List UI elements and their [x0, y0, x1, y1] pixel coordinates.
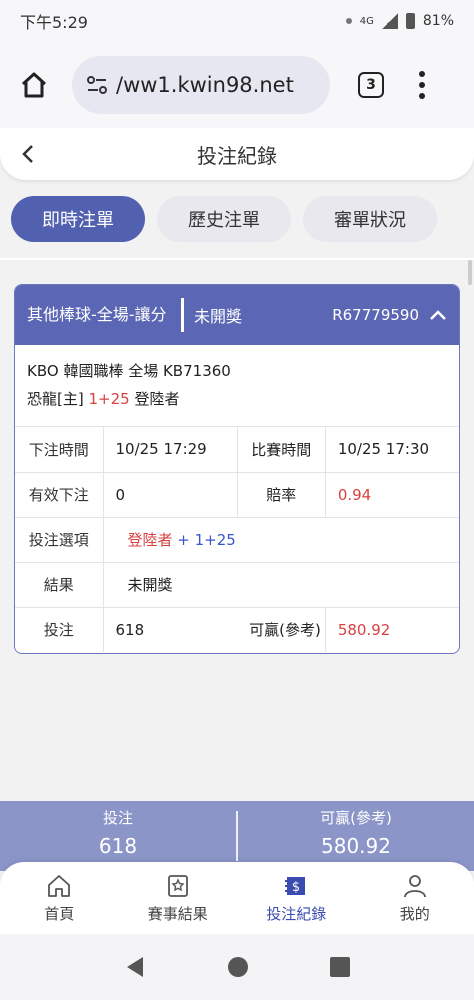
- tab-history-bets[interactable]: 歷史注單: [157, 196, 291, 242]
- table-row: 有效下注 0 賠率 0.94: [15, 472, 459, 518]
- signal-icon: [381, 13, 398, 29]
- nav-bet-records[interactable]: $ 投注紀錄: [237, 862, 356, 934]
- bet-time-label: 下注時間: [15, 427, 104, 473]
- nav-home-label: 首頁: [44, 904, 75, 923]
- bet-details-table: 下注時間 10/25 17:29 比賽時間 10/25 17:30 有效下注 0…: [15, 427, 459, 652]
- summary-win-value: 580.92: [321, 834, 391, 858]
- match-time-label: 比賽時間: [236, 427, 326, 473]
- result-value: 未開獎: [103, 562, 459, 608]
- browser-toolbar: /ww1.kwin98.net 3: [0, 42, 474, 128]
- browser-menu-button[interactable]: [418, 71, 426, 99]
- status-time: 下午5:29: [20, 13, 88, 32]
- tab-live-bets[interactable]: 即時注單: [11, 196, 145, 242]
- battery-icon: [405, 13, 415, 29]
- home-circle-icon[interactable]: [227, 956, 249, 978]
- bet-card-header[interactable]: 其他棒球-全場-讓分 未開獎 R67779590: [15, 285, 459, 345]
- tab-review-status[interactable]: 審單狀況: [303, 196, 437, 242]
- summary-stake-value: 618: [98, 834, 138, 858]
- site-settings-icon[interactable]: [84, 72, 110, 98]
- menu-dot-icon: [419, 71, 425, 77]
- order-number: R67779590: [332, 306, 419, 324]
- bottom-navigation: 首頁 賽事結果 $ 投注紀錄 我的: [0, 862, 474, 934]
- notification-dot-icon: [345, 18, 352, 24]
- nav-bet-records-label: 投注紀錄: [266, 904, 327, 923]
- selection-label: 投注選項: [15, 517, 104, 563]
- recents-square-icon[interactable]: [329, 956, 351, 978]
- home-team: 恐龍[主]: [27, 390, 84, 408]
- nav-profile[interactable]: 我的: [356, 862, 474, 934]
- bet-league: 其他棒球-全場-讓分: [27, 305, 167, 324]
- status-bar: 下午5:29 4G 81%: [0, 0, 474, 42]
- match-time-value: 10/25 17:30: [325, 427, 459, 473]
- page-header: 投注紀錄: [0, 128, 474, 180]
- summary-stake: 投注 618: [0, 801, 236, 871]
- selection-team: 登陸者: [127, 531, 173, 549]
- menu-dot-icon: [419, 82, 425, 88]
- handicap-value: 1+25: [88, 390, 130, 408]
- scrollbar[interactable]: [468, 260, 472, 285]
- browser-home-button[interactable]: [14, 65, 54, 105]
- svg-text:$: $: [292, 880, 300, 895]
- back-triangle-icon[interactable]: [123, 955, 147, 979]
- bet-status: 未開獎: [194, 307, 243, 326]
- battery-level: 81%: [422, 13, 454, 29]
- home-icon: [21, 72, 47, 98]
- table-row: 投注 618 可贏(參考) 580.92: [15, 607, 459, 652]
- nav-profile-label: 我的: [399, 904, 430, 923]
- home-icon: [48, 874, 71, 897]
- bet-type-tabs: 即時注單 歷史注單 審單狀況: [0, 196, 474, 252]
- profile-icon: [403, 874, 426, 897]
- table-row: 結果 未開獎: [15, 562, 459, 608]
- header-divider: [181, 298, 184, 332]
- match-title: KBO 韓國職棒 全場 KB71360: [27, 362, 231, 380]
- bet-summary-bar: 投注 618 可贏(參考) 580.92: [0, 801, 474, 871]
- bet-list[interactable]: 其他棒球-全場-讓分 未開獎 R67779590 KBO 韓國職棒 全場 KB7…: [0, 258, 474, 803]
- bet-card: 其他棒球-全場-讓分 未開獎 R67779590 KBO 韓國職棒 全場 KB7…: [14, 284, 460, 654]
- match-info: KBO 韓國職棒 全場 KB71360 恐龍[主] 1+25 登陸者: [15, 345, 459, 427]
- back-arrow-icon[interactable]: [18, 140, 38, 168]
- network-label: 4G: [359, 15, 374, 27]
- table-row: 投注選項 登陸者 + 1+25: [15, 517, 459, 563]
- bet-time-value: 10/25 17:29: [103, 427, 238, 473]
- selection-handicap: + 1+25: [177, 531, 236, 549]
- tab-switcher-button[interactable]: 3: [358, 72, 384, 98]
- summary-win-label: 可贏(參考): [320, 809, 392, 827]
- win-label: 可贏(參考): [237, 607, 326, 652]
- valid-bet-value: 0: [103, 472, 238, 518]
- status-icons: 4G 81%: [345, 13, 454, 29]
- summary-stake-label: 投注: [102, 809, 133, 827]
- odds-value: 0.94: [325, 472, 459, 518]
- selection-value: 登陸者 + 1+25: [103, 517, 459, 563]
- match-teams: 恐龍[主] 1+25 登陸者: [27, 385, 447, 413]
- address-bar[interactable]: /ww1.kwin98.net: [72, 56, 330, 114]
- nav-results[interactable]: 賽事結果: [119, 862, 238, 934]
- result-label: 結果: [15, 562, 104, 608]
- bet-record-icon: $: [285, 876, 306, 895]
- away-team: 登陸者: [134, 390, 180, 408]
- stake-label: 投注: [15, 607, 104, 652]
- stake-value: 618: [115, 620, 145, 639]
- odds-label: 賠率: [236, 472, 326, 518]
- win-value: 580.92: [337, 620, 391, 639]
- chevron-up-icon[interactable]: [429, 309, 447, 321]
- menu-dot-icon: [419, 93, 425, 99]
- android-nav-bar: [0, 934, 474, 1000]
- page-title: 投注紀錄: [197, 143, 277, 168]
- summary-win: 可贏(參考) 580.92: [238, 801, 474, 871]
- table-row: 下注時間 10/25 17:29 比賽時間 10/25 17:30: [15, 427, 459, 473]
- results-icon: [167, 874, 188, 897]
- valid-bet-label: 有效下注: [15, 472, 104, 518]
- nav-home[interactable]: 首頁: [0, 862, 119, 934]
- url-text[interactable]: /ww1.kwin98.net: [116, 73, 294, 97]
- nav-results-label: 賽事結果: [147, 904, 208, 923]
